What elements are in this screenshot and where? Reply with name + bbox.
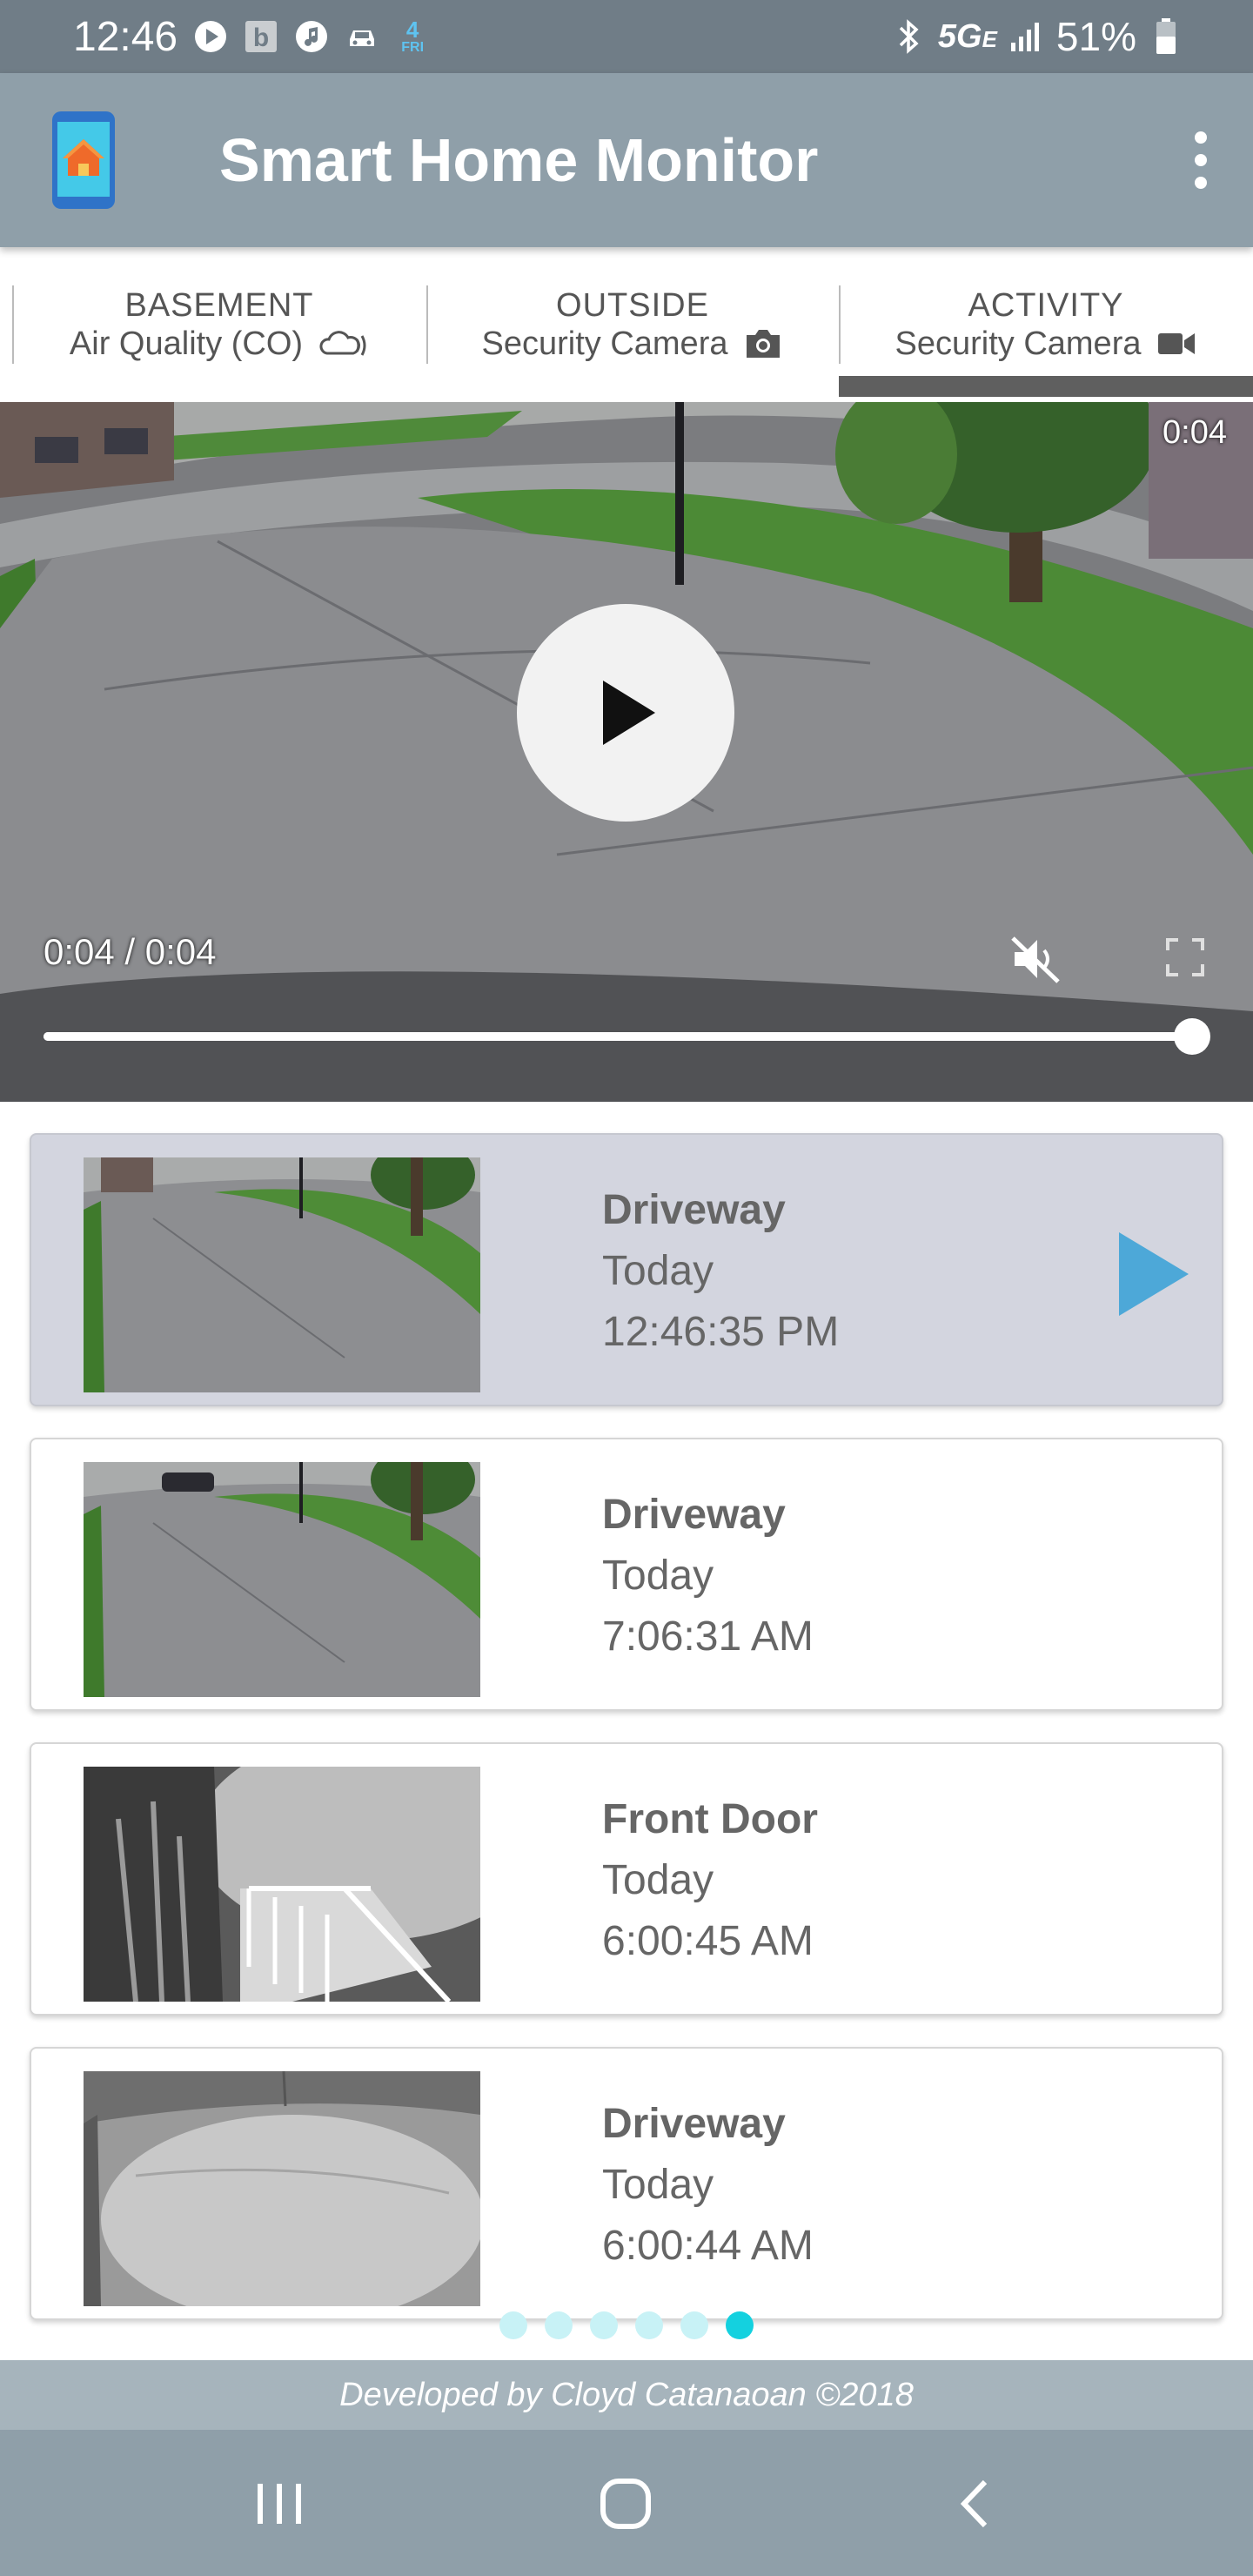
footer-credit: Developed by Cloyd Catanaoan ©2018 [0, 2360, 1253, 2430]
event-day: Today [602, 1553, 714, 1599]
video-play-button[interactable] [517, 604, 734, 822]
car-icon [345, 19, 379, 54]
pagination-dot[interactable] [726, 2311, 754, 2339]
event-card[interactable]: Driveway Today 12:46:35 PM [30, 1133, 1223, 1406]
pagination-dot[interactable] [590, 2311, 618, 2339]
fullscreen-icon [1166, 938, 1204, 976]
more-vert-icon [1195, 131, 1207, 189]
event-details: Driveway Today 7:06:31 AM [602, 1485, 814, 1667]
play-icon [603, 681, 655, 745]
active-tab-indicator [839, 376, 1253, 397]
pagination-dot[interactable] [635, 2311, 663, 2339]
fullscreen-button[interactable] [1164, 936, 1206, 978]
home-icon [600, 2479, 651, 2529]
volume-off-icon [1011, 936, 1060, 983]
tab-subtitle: Air Quality (CO) [69, 325, 304, 362]
music-icon [294, 19, 329, 54]
bluetooth-icon [891, 19, 926, 54]
camera-icon [747, 330, 781, 358]
tab-subtitle: Security Camera [481, 325, 728, 362]
video-seek-handle[interactable] [1174, 1018, 1210, 1055]
tab-subtitle: Security Camera [895, 325, 1142, 362]
mute-button[interactable] [1009, 933, 1062, 985]
pagination-dots [499, 2311, 754, 2339]
event-details: Driveway Today 12:46:35 PM [602, 1180, 839, 1363]
event-time: 6:00:45 AM [602, 1918, 814, 1964]
svg-text:b: b [253, 23, 269, 52]
calendar-weekday: FRI [401, 40, 425, 55]
network-suffix: E [982, 25, 997, 52]
tab-outside[interactable]: OUTSIDE Security Camera [426, 247, 839, 402]
event-time: 6:00:44 AM [602, 2223, 814, 2269]
event-details: Front Door Today 6:00:45 AM [602, 1789, 818, 1972]
back-button[interactable] [947, 2475, 1008, 2532]
event-card[interactable]: Driveway Today 7:06:31 AM [30, 1438, 1223, 1711]
event-details: Driveway Today 6:00:44 AM [602, 2094, 814, 2277]
video-camera-icon [1158, 333, 1196, 354]
event-play-button[interactable] [1116, 1231, 1190, 1318]
battery-icon [1149, 18, 1183, 54]
play-store-icon [193, 19, 228, 54]
system-nav-bar [0, 2430, 1253, 2576]
event-thumbnail [84, 1462, 480, 1697]
recent-apps-button[interactable] [249, 2475, 310, 2532]
video-progress-fill [44, 1032, 1192, 1041]
calendar-icon: 4 FRI [395, 17, 430, 55]
event-card[interactable]: Front Door Today 6:00:45 AM [30, 1742, 1223, 2016]
pagination-dot[interactable] [499, 2311, 527, 2339]
battery-percent: 51% [1055, 14, 1136, 59]
overflow-menu-button[interactable] [1175, 125, 1227, 195]
play-arrow-icon [1119, 1232, 1189, 1316]
video-time-display: 0:04 / 0:04 [44, 931, 217, 972]
app-bar: Smart Home Monitor [0, 73, 1253, 247]
event-thumbnail [84, 1157, 480, 1392]
calendar-day: 4 [405, 17, 419, 43]
event-camera-name: Driveway [602, 1492, 786, 1538]
status-time: 12:46 [73, 13, 178, 60]
recent-apps-icon [258, 2484, 301, 2524]
event-camera-name: Driveway [602, 2101, 786, 2147]
tab-title: BASEMENT [124, 287, 314, 324]
event-camera-name: Front Door [602, 1796, 818, 1842]
event-time: 12:46:35 PM [602, 1309, 840, 1355]
event-day: Today [602, 1248, 714, 1294]
pagination-dot[interactable] [545, 2311, 573, 2339]
tab-title: ACTIVITY [968, 287, 1124, 324]
event-thumbnail [84, 1767, 480, 2002]
event-list: Driveway Today 12:46:35 PM Driveway Today 7:0… [30, 1133, 1223, 2351]
event-day: Today [602, 2162, 714, 2208]
app-title: Smart Home Monitor [219, 126, 819, 194]
network-label: 5G [937, 17, 982, 55]
event-day: Today [602, 1857, 714, 1903]
app-logo-icon [50, 110, 117, 211]
video-duration-badge: 0:04 [1163, 414, 1227, 451]
back-icon [960, 2479, 988, 2528]
tab-title: OUTSIDE [556, 287, 709, 324]
home-button[interactable] [595, 2475, 656, 2532]
status-bar: 12:46 b 4 FRI 5GE 51% [0, 0, 1253, 73]
event-time: 7:06:31 AM [602, 1613, 814, 1660]
event-thumbnail [84, 2071, 480, 2306]
pagination-dot[interactable] [680, 2311, 708, 2339]
video-seek-bar[interactable] [44, 1018, 1210, 1055]
b-app-icon: b [244, 19, 278, 54]
tab-basement[interactable]: BASEMENT Air Quality (CO) [12, 247, 426, 402]
event-camera-name: Driveway [602, 1187, 786, 1233]
signal-icon [1009, 19, 1044, 54]
video-player[interactable]: 0:04 0:04 / 0:04 [0, 402, 1253, 1102]
network-type: 5GE [938, 18, 997, 56]
cloud-sensor-icon [319, 331, 366, 356]
event-card[interactable]: Driveway Today 6:00:44 AM [30, 2047, 1223, 2320]
